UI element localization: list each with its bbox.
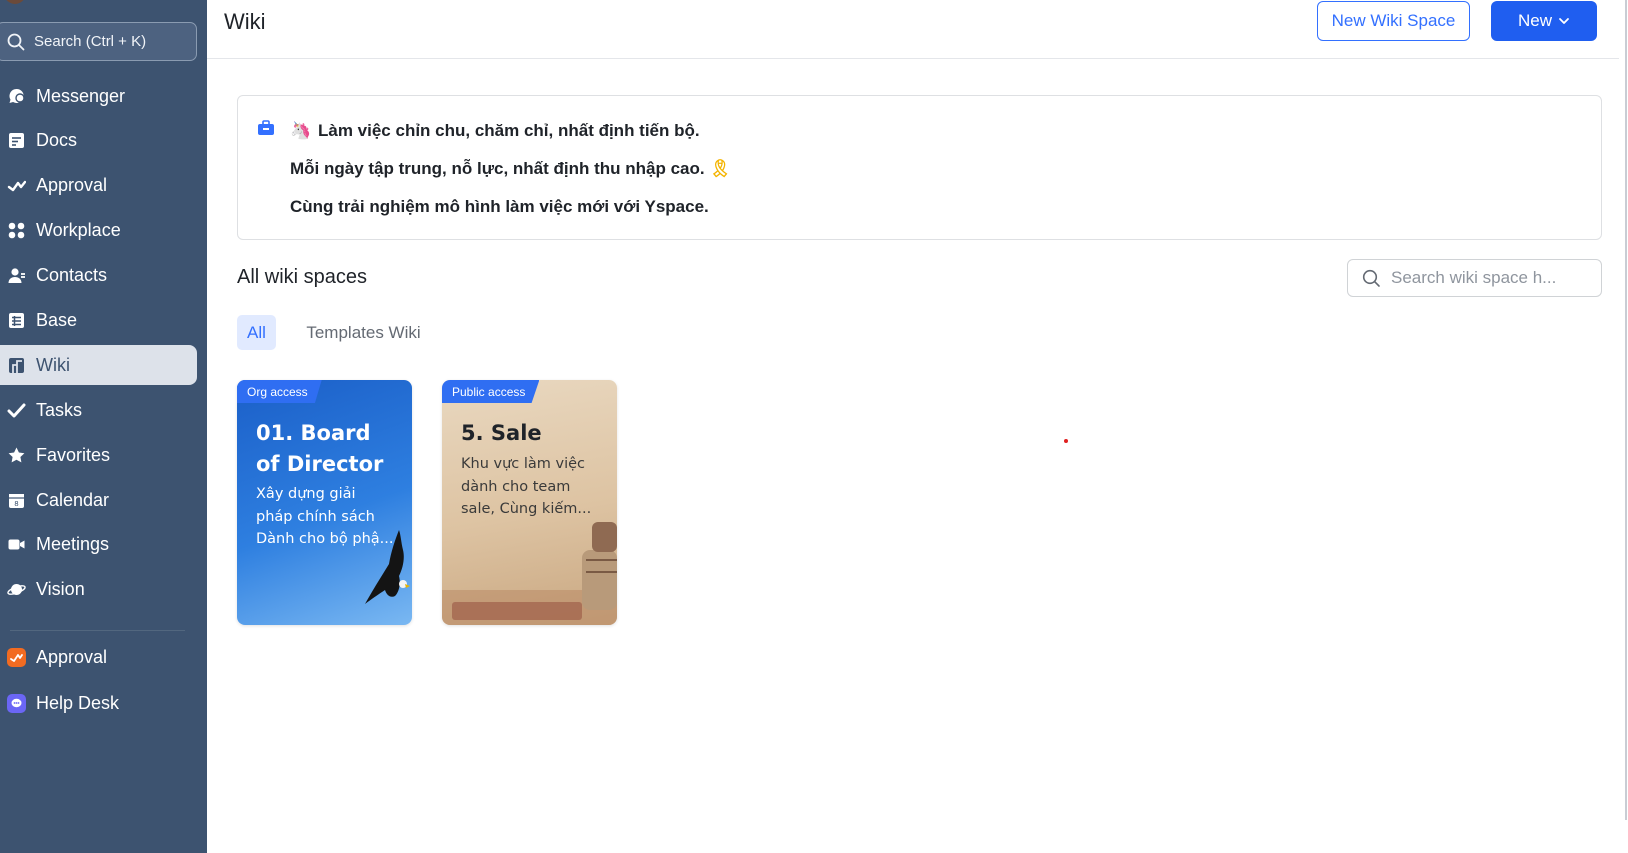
tab-all[interactable]: All (237, 315, 276, 350)
docs-icon (7, 131, 26, 150)
sidebar-item-wiki[interactable]: Wiki (0, 345, 197, 385)
announcement-line-2: Mỗi ngày tập trung, nỗ lực, nhất định th… (290, 159, 705, 178)
star-icon (7, 446, 26, 465)
access-badge: Org access (237, 380, 322, 403)
new-button[interactable]: New (1491, 1, 1597, 41)
sidebar-item-label: Calendar (36, 489, 110, 510)
wiki-space-title: 01. Board of Director (256, 421, 384, 476)
new-button-label: New (1517, 11, 1552, 30)
wiki-space-card[interactable]: Org access 01. Board of Director Xây dựn… (237, 380, 412, 625)
section-title: All wiki spaces (237, 266, 368, 288)
sidebar-item-approval[interactable]: Approval (0, 165, 197, 205)
sidebar-app-help-desk[interactable]: Help Desk (0, 683, 197, 723)
helpdesk-app-icon (7, 693, 26, 713)
sidebar-item-label: Approval (36, 174, 108, 195)
eagle-illustration (365, 530, 410, 604)
scrollbar-thumb[interactable] (1625, 0, 1627, 820)
page-header: Wiki New Wiki Space New (207, 0, 1628, 59)
sidebar-item-calendar[interactable]: 8 Calendar (0, 480, 197, 520)
sidebar-item-messenger[interactable]: Messenger (0, 76, 197, 116)
tasks-icon (7, 401, 26, 420)
video-icon (7, 535, 26, 554)
announcement-line-2-wrap: Mỗi ngày tập trung, nỗ lực, nhất định th… (290, 159, 731, 179)
unicorn-emoji-icon: 🦄 (290, 121, 312, 140)
sidebar-item-workplace[interactable]: Workplace (0, 210, 197, 250)
sidebar-item-tasks[interactable]: Tasks (0, 390, 197, 430)
sidebar-item-contacts[interactable]: Contacts (0, 255, 197, 295)
sidebar-item-favorites[interactable]: Favorites (0, 435, 197, 475)
wiki-space-title: 5. Sale (461, 421, 542, 445)
sidebar-item-label: Meetings (36, 533, 110, 554)
page-title: Wiki (224, 9, 266, 34)
messenger-icon (7, 87, 26, 106)
sidebar-item-vision[interactable]: Vision (0, 569, 197, 609)
cursor-dot (1064, 439, 1068, 443)
new-wiki-space-button[interactable]: New Wiki Space (1317, 1, 1470, 41)
approval-icon (7, 176, 26, 195)
sidebar-item-label: Base (36, 309, 78, 330)
global-search-label: Search (Ctrl + K) (34, 33, 147, 50)
sidebar-item-label: Tasks (36, 399, 83, 420)
wiki-search-input[interactable]: Search wiki space h... (1347, 259, 1602, 297)
workplace-icon (7, 221, 26, 240)
wiki-icon (7, 356, 26, 375)
sidebar-item-meetings[interactable]: Meetings (0, 524, 197, 564)
wiki-space-card[interactable]: Public access 5. Sale Khu vực làm việc d… (442, 380, 617, 625)
planet-icon (7, 580, 26, 599)
wiki-search-placeholder: Search wiki space h... (1391, 268, 1557, 287)
sidebar-item-label: Contacts (36, 264, 108, 285)
calendar-icon: 8 (7, 491, 26, 510)
briefcase-icon (258, 120, 274, 135)
sidebar-item-label: Favorites (36, 444, 111, 465)
search-icon (7, 33, 25, 50)
sidebar-item-label: Wiki (36, 354, 70, 375)
tab-templates-wiki[interactable]: Templates Wiki (296, 315, 431, 350)
announcement-line-3: Cùng trải nghiệm mô hình làm việc mới vớ… (290, 197, 709, 216)
sidebar-item-label: Workplace (36, 219, 121, 240)
sidebar-app-approval[interactable]: Approval (0, 637, 197, 677)
ribbon-emoji-icon: 🎗 (709, 159, 731, 178)
sidebar-item-base[interactable]: Base (0, 300, 197, 340)
sidebar: Search (Ctrl + K) Messenger Docs Approva… (0, 0, 207, 853)
sidebar-item-label: Approval (36, 646, 108, 667)
global-search-button[interactable]: Search (Ctrl + K) (0, 22, 197, 61)
sidebar-item-label: Vision (36, 578, 85, 599)
sidebar-item-docs[interactable]: Docs (0, 120, 197, 160)
avatar[interactable] (4, 0, 26, 4)
sidebar-divider (10, 630, 185, 631)
announcement-line-1: Làm việc chỉn chu, chăm chỉ, nhất định t… (318, 121, 700, 140)
sidebar-item-label: Messenger (36, 85, 126, 106)
access-badge: Public access (442, 380, 540, 403)
contacts-icon (7, 266, 26, 285)
sidebar-item-label: Docs (36, 129, 78, 150)
search-icon (1362, 269, 1380, 287)
chevron-down-icon (1559, 18, 1569, 24)
sidebar-item-label: Help Desk (36, 692, 120, 713)
base-icon (7, 311, 26, 330)
books-illustration (442, 522, 617, 625)
approval-app-icon (7, 647, 26, 667)
announcement-card: 🦄 Làm việc chỉn chu, chăm chỉ, nhất định… (237, 95, 1602, 240)
svg-text:8: 8 (14, 500, 18, 508)
